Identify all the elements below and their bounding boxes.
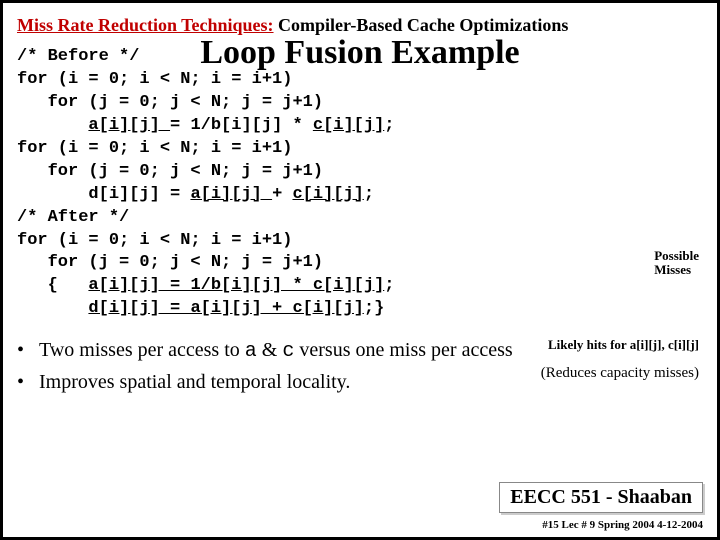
- code-line: for (j = 0; j < N; j = j+1): [17, 93, 323, 112]
- note-reduces: (Reduces capacity misses): [541, 365, 699, 382]
- code-line: for (i = 0; i < N; i = i+1): [17, 231, 292, 250]
- bullet-mono: c: [282, 340, 294, 363]
- code-line: for (i = 0; i < N; i = i+1): [17, 70, 292, 89]
- code-line: +: [272, 185, 292, 204]
- slide-heading: Miss Rate Reduction Techniques: Compiler…: [17, 15, 703, 36]
- code-line: ;}: [364, 299, 384, 318]
- heading-rest: Compiler-Based Cache Optimizations: [274, 15, 569, 35]
- bullet-text-part: versus one miss per access: [294, 339, 512, 361]
- footer-meta: #15 Lec # 9 Spring 2004 4-12-2004: [542, 519, 703, 531]
- code-underline: a[i][j]: [88, 116, 170, 135]
- code-line: for (i = 0; i < N; i = i+1): [17, 139, 292, 158]
- bullet-mono: a: [245, 340, 257, 363]
- code-line: d[i][j] =: [17, 185, 190, 204]
- bullet-text: Improves spatial and temporal locality.: [39, 367, 350, 397]
- code-underline: c[i][j]: [292, 185, 363, 204]
- footer-badge: EECC 551 - Shaaban: [499, 482, 703, 513]
- code-line: [17, 299, 88, 318]
- code-line: /* After */: [17, 208, 129, 227]
- code-underline: c[i][j]: [313, 116, 384, 135]
- code-line: ;: [364, 185, 374, 204]
- bullet-text: Two misses per access to a & c versus on…: [39, 335, 513, 367]
- code-underline: d[i][j] = a[i][j] + c[i][j]: [88, 299, 363, 318]
- code-line: ;: [384, 276, 394, 295]
- code-line: for (j = 0; j < N; j = j+1): [17, 253, 323, 272]
- code-line: /* Before */: [17, 47, 139, 66]
- code-line: [17, 116, 88, 135]
- heading-red: Miss Rate Reduction Techniques:: [17, 15, 274, 35]
- bullet-dot-icon: •: [17, 335, 39, 367]
- note-possible-misses: Possible Misses: [654, 249, 699, 278]
- bullet-dot-icon: •: [17, 367, 39, 397]
- code-underline: a[i][j]: [190, 185, 272, 204]
- note-likely-hits: Likely hits for a[i][j], c[i][j]: [548, 338, 699, 352]
- code-line: = 1/b[i][j] *: [170, 116, 313, 135]
- bullet-text-part: Two misses per access to: [39, 339, 245, 361]
- code-block: /* Before */ for (i = 0; i < N; i = i+1)…: [17, 46, 703, 321]
- code-underline: a[i][j] = 1/b[i][j] * c[i][j]: [88, 276, 384, 295]
- code-line: ;: [384, 116, 394, 135]
- bullet-text-part: &: [257, 339, 283, 361]
- code-line: for (j = 0; j < N; j = j+1): [17, 162, 323, 181]
- slide: Miss Rate Reduction Techniques: Compiler…: [0, 0, 720, 540]
- code-line: {: [17, 276, 88, 295]
